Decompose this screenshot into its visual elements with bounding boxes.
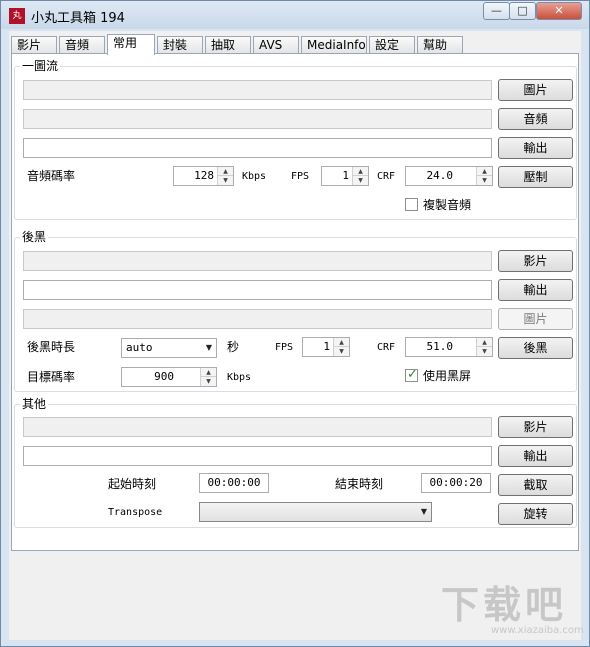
- bitrate-stepper[interactable]: 128 ▲ ▼: [173, 166, 234, 186]
- spin-up-icon[interactable]: ▲: [477, 167, 492, 176]
- cut-button[interactable]: 截取: [498, 474, 573, 496]
- video-path-field[interactable]: [23, 417, 492, 437]
- video-button[interactable]: 影片: [498, 416, 573, 438]
- end-time-label: 結束時刻: [335, 477, 384, 491]
- group-image-audio: 一圖流 圖片 音頻 輸出 音頻碼率 128 ▲ ▼ Kbps FPS 1 ▲ ▼ C: [14, 59, 577, 220]
- window-title: 小丸工具箱 194: [31, 11, 125, 26]
- fps-label: FPS: [275, 342, 294, 353]
- tab-common[interactable]: 常用: [107, 34, 155, 55]
- group-black-ending: 後黑 影片 輸出 圖片 後黑時長 auto ▼ 秒 FPS 1 ▲▼ CRF: [14, 230, 577, 392]
- tab-help[interactable]: 幫助: [417, 36, 463, 54]
- watermark-logo: 下载吧 www.xiazaiba.com: [441, 583, 586, 643]
- kbps-label: Kbps: [227, 372, 252, 383]
- group-title: 其他: [20, 397, 49, 411]
- use-black-label: 使用黑屏: [423, 369, 472, 383]
- fps-stepper[interactable]: 1 ▲ ▼: [321, 166, 369, 186]
- rotate-button[interactable]: 旋转: [498, 503, 573, 525]
- title-bar[interactable]: 丸 小丸工具箱 194 — □ ✕: [1, 1, 589, 29]
- maximize-button[interactable]: □: [509, 2, 536, 20]
- target-bitrate-value: 900: [154, 370, 174, 383]
- spin-down-icon[interactable]: ▼: [353, 176, 368, 185]
- output-button[interactable]: 輸出: [498, 279, 573, 301]
- spin-up-icon[interactable]: ▲: [218, 167, 233, 176]
- crf-label: CRF: [377, 342, 396, 353]
- video-button[interactable]: 影片: [498, 250, 573, 272]
- audio-path-field[interactable]: [23, 109, 492, 129]
- spin-down-icon[interactable]: ▼: [218, 176, 233, 185]
- output-path-field[interactable]: [23, 446, 492, 466]
- output-button[interactable]: 輸出: [498, 445, 573, 467]
- image-path-field: [23, 309, 492, 329]
- chevron-down-icon: ▼: [420, 507, 427, 516]
- image-button[interactable]: 圖片: [498, 79, 573, 101]
- duration-select[interactable]: auto ▼: [121, 338, 217, 358]
- checkbox-box: ✓: [405, 367, 418, 382]
- tab-mux[interactable]: 封裝: [157, 36, 203, 54]
- checkmark-icon: ✓: [407, 367, 418, 382]
- use-black-checkbox[interactable]: ✓ 使用黑屏: [405, 367, 485, 384]
- copy-audio-label: 複製音頻: [423, 198, 472, 212]
- spin-up-icon[interactable]: ▲: [334, 338, 349, 347]
- fps-stepper[interactable]: 1 ▲ ▼: [302, 337, 350, 357]
- bitrate-label: 音頻碼率: [27, 169, 76, 183]
- end-time-field[interactable]: 00:00:20: [421, 473, 491, 493]
- spin-up-icon[interactable]: ▲: [477, 338, 492, 347]
- watermark-text: 下载吧: [441, 583, 568, 627]
- target-bitrate-stepper[interactable]: 900 ▲ ▼: [121, 367, 217, 387]
- group-title: 一圖流: [20, 59, 61, 73]
- start-time-field[interactable]: 00:00:00: [199, 473, 269, 493]
- fps-value: 1: [323, 340, 330, 353]
- output-button[interactable]: 輸出: [498, 137, 573, 159]
- tab-mediainfo[interactable]: MediaInfo: [301, 36, 367, 54]
- app-icon: 丸: [9, 8, 25, 24]
- image-button: 圖片: [498, 308, 573, 330]
- minimize-button[interactable]: —: [483, 2, 510, 20]
- app-window: 丸 小丸工具箱 194 — □ ✕ 影片 音頻 常用 封裝 抽取 AVS Med…: [0, 0, 590, 647]
- spin-down-icon[interactable]: ▼: [334, 347, 349, 356]
- crf-stepper[interactable]: 24.0 ▲ ▼: [405, 166, 493, 186]
- compress-button[interactable]: 壓制: [498, 166, 573, 188]
- spin-up-icon[interactable]: ▲: [201, 368, 216, 377]
- spin-down-icon[interactable]: ▼: [477, 347, 492, 356]
- output-path-field[interactable]: [23, 138, 492, 158]
- spin-down-icon[interactable]: ▼: [477, 176, 492, 185]
- client-area: 影片 音頻 常用 封裝 抽取 AVS MediaInfo 設定 幫助 一圖流 圖…: [9, 31, 581, 640]
- crf-value: 51.0: [426, 340, 454, 353]
- transpose-label: Transpose: [108, 507, 163, 518]
- image-path-field[interactable]: [23, 80, 492, 100]
- output-path-field[interactable]: [23, 280, 492, 300]
- tab-video[interactable]: 影片: [11, 36, 57, 54]
- bitrate-value: 128: [194, 169, 214, 182]
- black-ending-button[interactable]: 後黑: [498, 337, 573, 359]
- tab-avs[interactable]: AVS: [253, 36, 299, 54]
- crf-value: 24.0: [426, 169, 454, 182]
- spin-down-icon[interactable]: ▼: [201, 377, 216, 386]
- chevron-down-icon: ▼: [205, 343, 212, 352]
- fps-label: FPS: [291, 171, 310, 182]
- close-button[interactable]: ✕: [536, 2, 582, 20]
- copy-audio-checkbox[interactable]: 複製音頻: [405, 197, 485, 213]
- group-title: 後黑: [20, 230, 49, 244]
- fps-value: 1: [342, 169, 349, 182]
- crf-stepper[interactable]: 51.0 ▲ ▼: [405, 337, 493, 357]
- crf-label: CRF: [377, 171, 396, 182]
- tab-audio[interactable]: 音頻: [59, 36, 105, 54]
- tab-settings[interactable]: 設定: [369, 36, 415, 54]
- start-time-label: 起始時刻: [108, 477, 157, 491]
- tab-extract[interactable]: 抽取: [205, 36, 251, 54]
- seconds-label: 秒: [227, 340, 240, 354]
- kbps-label: Kbps: [242, 171, 267, 182]
- video-path-field[interactable]: [23, 251, 492, 271]
- spin-up-icon[interactable]: ▲: [353, 167, 368, 176]
- target-bitrate-label: 目標碼率: [27, 370, 76, 384]
- audio-button[interactable]: 音頻: [498, 108, 573, 130]
- group-other: 其他 影片 輸出 起始時刻 00:00:00 結束時刻 00:00:20 截取 …: [14, 397, 577, 528]
- duration-value: auto: [126, 341, 153, 354]
- tab-panel-common: 一圖流 圖片 音頻 輸出 音頻碼率 128 ▲ ▼ Kbps FPS 1 ▲ ▼ C: [11, 53, 579, 551]
- duration-label: 後黑時長: [27, 340, 76, 354]
- checkbox-box: [405, 198, 418, 211]
- transpose-select[interactable]: ▼: [199, 502, 432, 522]
- watermark-url: www.xiazaiba.com: [491, 625, 584, 636]
